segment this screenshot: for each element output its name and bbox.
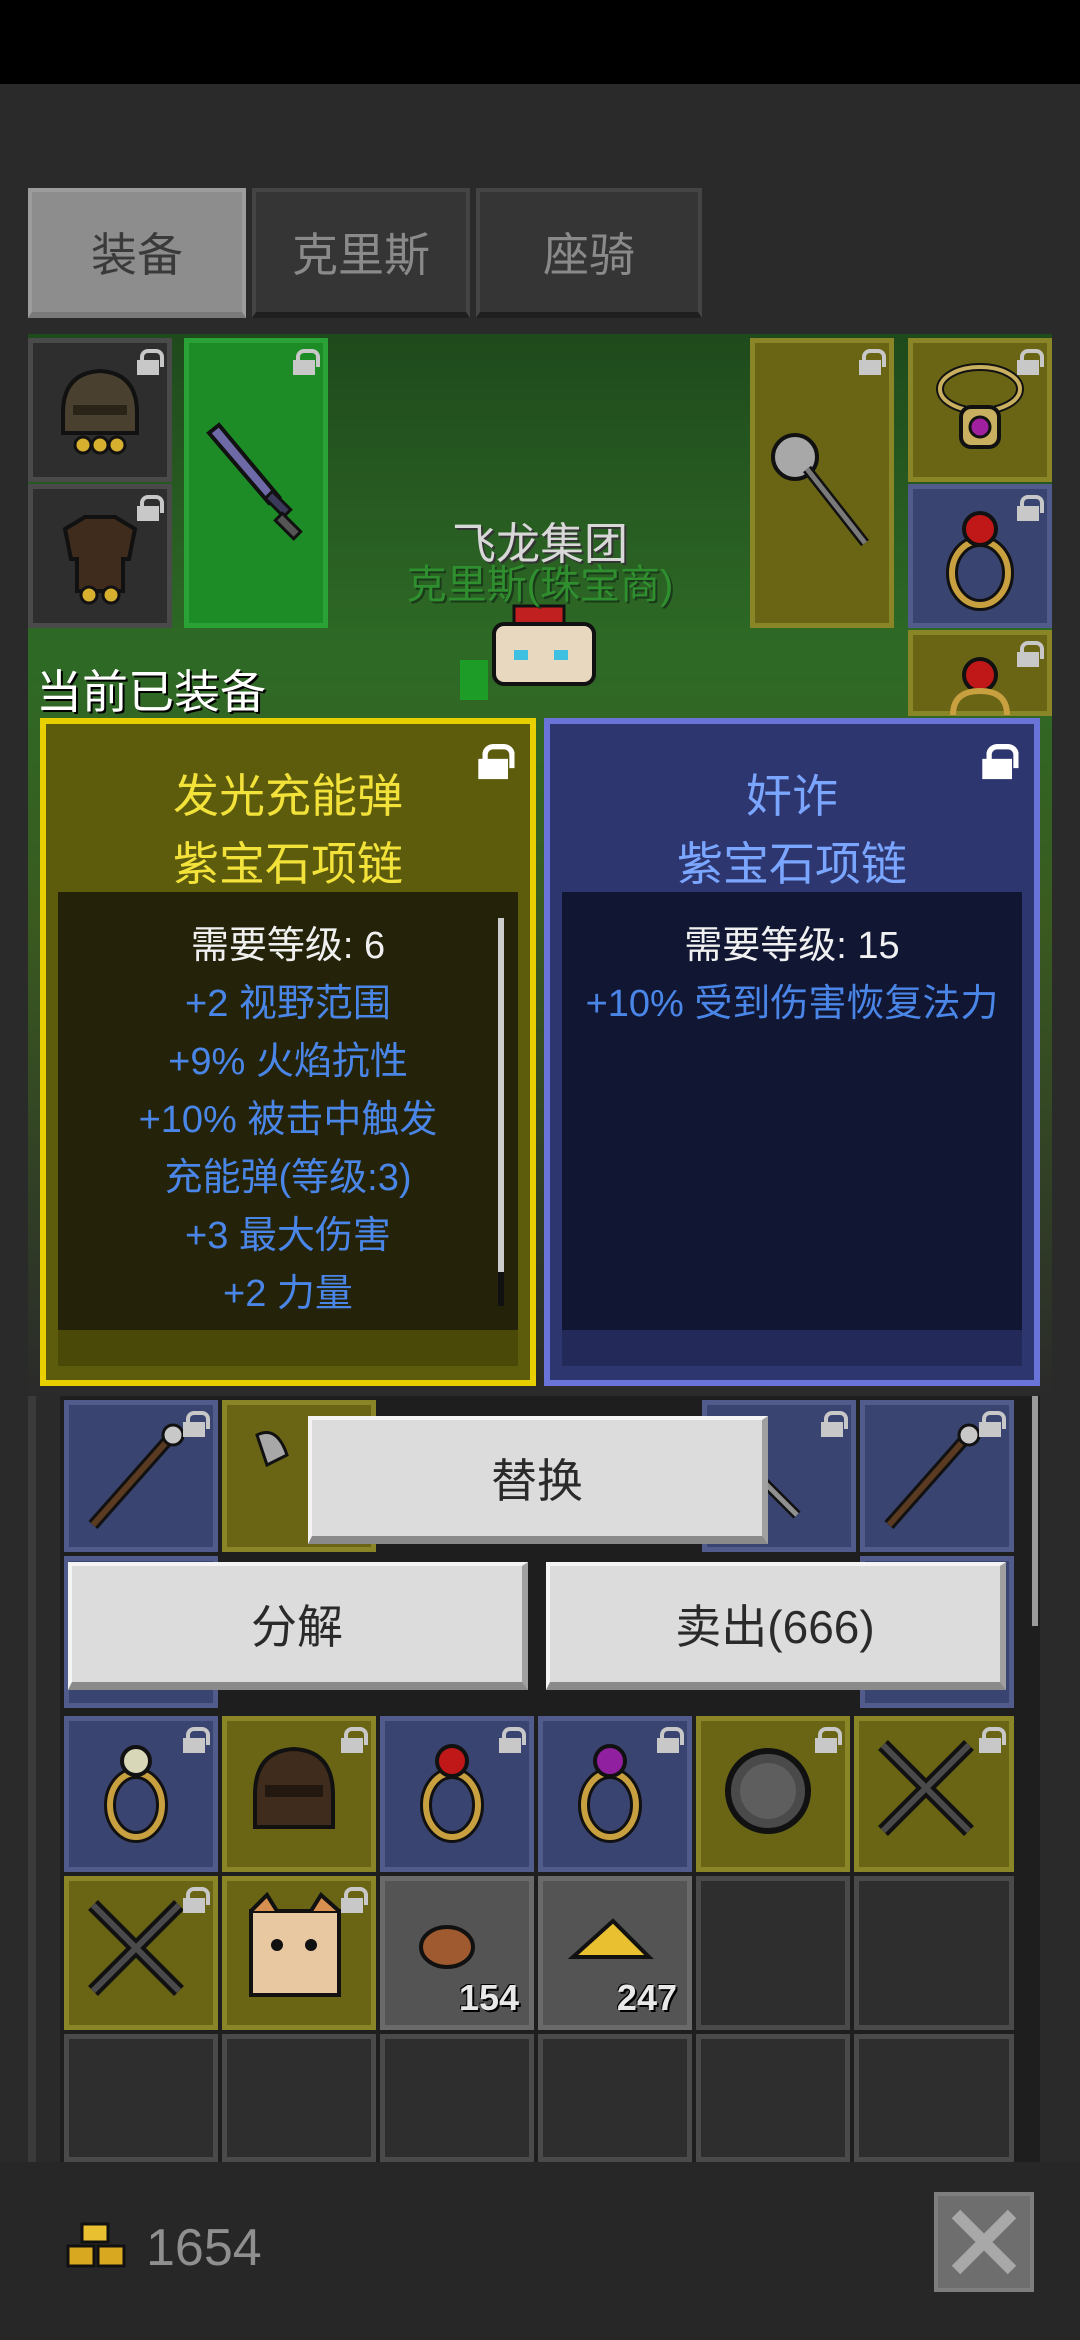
inventory-slot[interactable]: [860, 1400, 1014, 1552]
lock-icon: [293, 349, 320, 375]
cat-pet-icon: [249, 1891, 341, 1997]
item-name: 紫宝石项链: [677, 838, 907, 890]
inventory-slot[interactable]: [696, 1716, 850, 1872]
lock-icon: [859, 349, 886, 375]
lock-icon: [341, 1887, 368, 1913]
pearl-ring-icon: [104, 1745, 168, 1843]
inventory-slot[interactable]: [854, 1716, 1014, 1872]
status-bar: [0, 0, 1080, 84]
lock-icon: [979, 1411, 1006, 1437]
lock-icon: [137, 495, 164, 521]
sword-icon: [206, 422, 303, 541]
lock-icon: [657, 1727, 684, 1753]
inventory-slot-empty[interactable]: [854, 1876, 1014, 2030]
helmet-icon: [253, 1746, 335, 1829]
item-name: 紫宝石项链: [173, 838, 403, 890]
item-count: 154: [458, 1977, 519, 2018]
shield-icon: [725, 1748, 811, 1834]
lock-icon: [183, 1411, 210, 1437]
current-equipped-label: 当前已装备: [36, 666, 266, 718]
inventory-slot-empty[interactable]: [854, 2034, 1014, 2162]
lock-icon: [499, 1727, 526, 1753]
inventory-slot[interactable]: [222, 1876, 376, 2030]
item-stats-panel[interactable]: 需要等级: 6 +2 视野范围 +9% 火焰抗性 +10% 被击中触发 充能弹(…: [58, 892, 518, 1330]
inventory-slot[interactable]: [64, 1716, 218, 1872]
new-item-card: 奸诈 紫宝石项链 需要等级: 15 +10% 受到伤害恢复法力: [544, 718, 1040, 1386]
ring-slot-1[interactable]: [908, 484, 1052, 628]
stat-line: +3 最大伤害: [185, 1215, 391, 1257]
sell-button[interactable]: 卖出(666): [546, 1562, 1006, 1690]
level-requirement: 需要等级: 15: [684, 925, 900, 967]
close-icon: [951, 2209, 1017, 2275]
lock-icon: [1017, 641, 1044, 667]
inventory-slot[interactable]: [64, 1876, 218, 2030]
stat-line: +10% 受到伤害恢复法力: [585, 983, 999, 1025]
tab-mount[interactable]: 座骑: [476, 188, 702, 318]
ring-slot-2[interactable]: [908, 630, 1052, 716]
lock-icon[interactable]: [478, 744, 515, 780]
crossed-swords-icon: [878, 1740, 974, 1836]
stat-line: +2 视野范围: [185, 983, 391, 1025]
inventory-slot-empty[interactable]: [64, 2034, 218, 2162]
stat-line: +10% 被击中触发: [138, 1099, 438, 1141]
armor-slot[interactable]: [28, 484, 172, 628]
stat-line: +2 力量: [223, 1273, 353, 1315]
inventory-slot-empty[interactable]: [538, 2034, 692, 2162]
necklace-slot[interactable]: [908, 338, 1052, 482]
inventory-slot[interactable]: 154: [380, 1876, 534, 2030]
item-prefix: 发光充能弹: [173, 770, 403, 822]
tab-chris[interactable]: 克里斯: [252, 188, 470, 318]
inventory-slot[interactable]: [380, 1716, 534, 1872]
lock-icon: [183, 1887, 210, 1913]
lock-icon: [821, 1411, 848, 1437]
inventory-slot-empty[interactable]: [222, 2034, 376, 2162]
staff-icon: [884, 1423, 981, 1529]
amethyst-ring-icon: [578, 1744, 642, 1843]
card-footer: [58, 1330, 518, 1366]
mace-icon: [771, 433, 869, 547]
helmet-slot[interactable]: [28, 338, 172, 482]
level-requirement: 需要等级: 6: [190, 925, 386, 967]
tab-equipment[interactable]: 装备: [28, 188, 246, 318]
disassemble-button[interactable]: 分解: [68, 1562, 528, 1690]
scrollbar-thumb[interactable]: [498, 1272, 504, 1306]
crossed-swords-icon: [88, 1900, 184, 1996]
panel-edge: [28, 1396, 36, 2162]
inventory-slot[interactable]: [538, 1716, 692, 1872]
inventory-slot-empty[interactable]: [380, 2034, 534, 2162]
staff-icon: [88, 1423, 185, 1529]
inventory-slot[interactable]: [222, 1716, 376, 1872]
lock-icon: [979, 1727, 1006, 1753]
lock-icon: [341, 1727, 368, 1753]
lock-icon: [1017, 349, 1044, 375]
close-button[interactable]: [934, 2192, 1034, 2292]
stat-line: 充能弹(等级:3): [164, 1157, 412, 1199]
inventory-slot[interactable]: 247: [538, 1876, 692, 2030]
stat-line: +9% 火焰抗性: [168, 1041, 408, 1083]
npc-name: 克里斯(珠宝商): [406, 563, 674, 607]
lock-icon: [183, 1727, 210, 1753]
inventory-scrollbar[interactable]: [1032, 1396, 1038, 1626]
lock-icon: [815, 1727, 842, 1753]
gold-coins-icon: [66, 2222, 126, 2268]
scrollbar[interactable]: [498, 918, 504, 1296]
equipped-item-card: 发光充能弹 紫宝石项链 需要等级: 6 +2 视野范围 +9% 火焰抗性 +10…: [40, 718, 536, 1386]
lock-icon: [137, 349, 164, 375]
inventory-slot-empty[interactable]: [696, 1876, 850, 2030]
lock-icon: [1017, 495, 1044, 521]
ruby-ring-icon: [420, 1744, 484, 1843]
item-stats-panel: 需要等级: 15 +10% 受到伤害恢复法力: [562, 892, 1022, 1330]
weapon-slot[interactable]: [184, 338, 328, 628]
character-sprite: [460, 604, 596, 700]
replace-button[interactable]: 替换: [308, 1416, 768, 1544]
card-footer: [562, 1330, 1022, 1366]
item-prefix: 奸诈: [746, 770, 838, 822]
inventory-slot-empty[interactable]: [696, 2034, 850, 2162]
inventory-slot[interactable]: [64, 1400, 218, 1552]
item-count: 247: [616, 1977, 677, 2018]
gold-amount: 1654: [146, 2219, 262, 2277]
lock-icon[interactable]: [982, 744, 1019, 780]
offhand-slot[interactable]: [750, 338, 894, 628]
